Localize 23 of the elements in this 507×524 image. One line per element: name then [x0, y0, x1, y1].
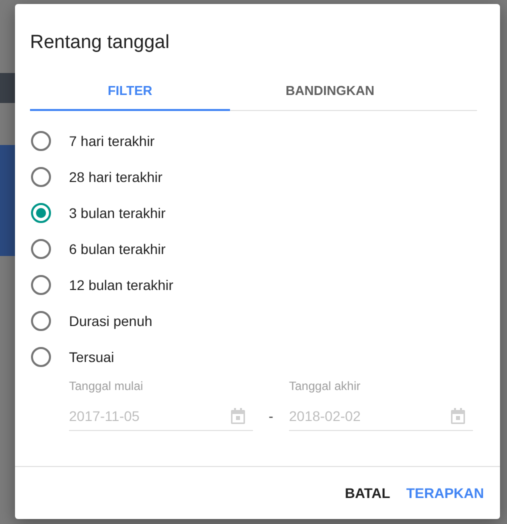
radio-button[interactable]	[31, 203, 51, 223]
apply-button[interactable]: TERAPKAN	[404, 477, 486, 509]
dialog-title: Rentang tanggal	[30, 32, 170, 55]
tab[interactable]: BANDINGKAN	[230, 72, 430, 111]
radio-button[interactable]	[31, 167, 51, 187]
radio-button[interactable]	[31, 311, 51, 331]
field-label: Tanggal akhir	[289, 379, 362, 395]
option-label: Durasi penuh	[69, 313, 152, 329]
radio-button[interactable]	[31, 239, 51, 259]
radio-button[interactable]	[31, 347, 51, 367]
option-label: 6 bulan terakhir	[69, 241, 166, 257]
option-label: 12 bulan terakhir	[69, 277, 174, 293]
radio-button[interactable]	[31, 131, 51, 151]
radio-button[interactable]	[31, 275, 51, 295]
range-separator: -	[268, 408, 274, 424]
cancel-button[interactable]: BATAL	[342, 477, 392, 509]
field-label: Tanggal mulai	[69, 379, 144, 395]
option-label: 3 bulan terakhir	[69, 205, 166, 221]
option-label: 7 hari terakhir	[69, 133, 155, 149]
option-label: Tersuai	[69, 349, 114, 365]
tab[interactable]: FILTER	[30, 72, 230, 111]
option-label: 28 hari terakhir	[69, 169, 162, 185]
toolbar-background	[0, 73, 15, 103]
